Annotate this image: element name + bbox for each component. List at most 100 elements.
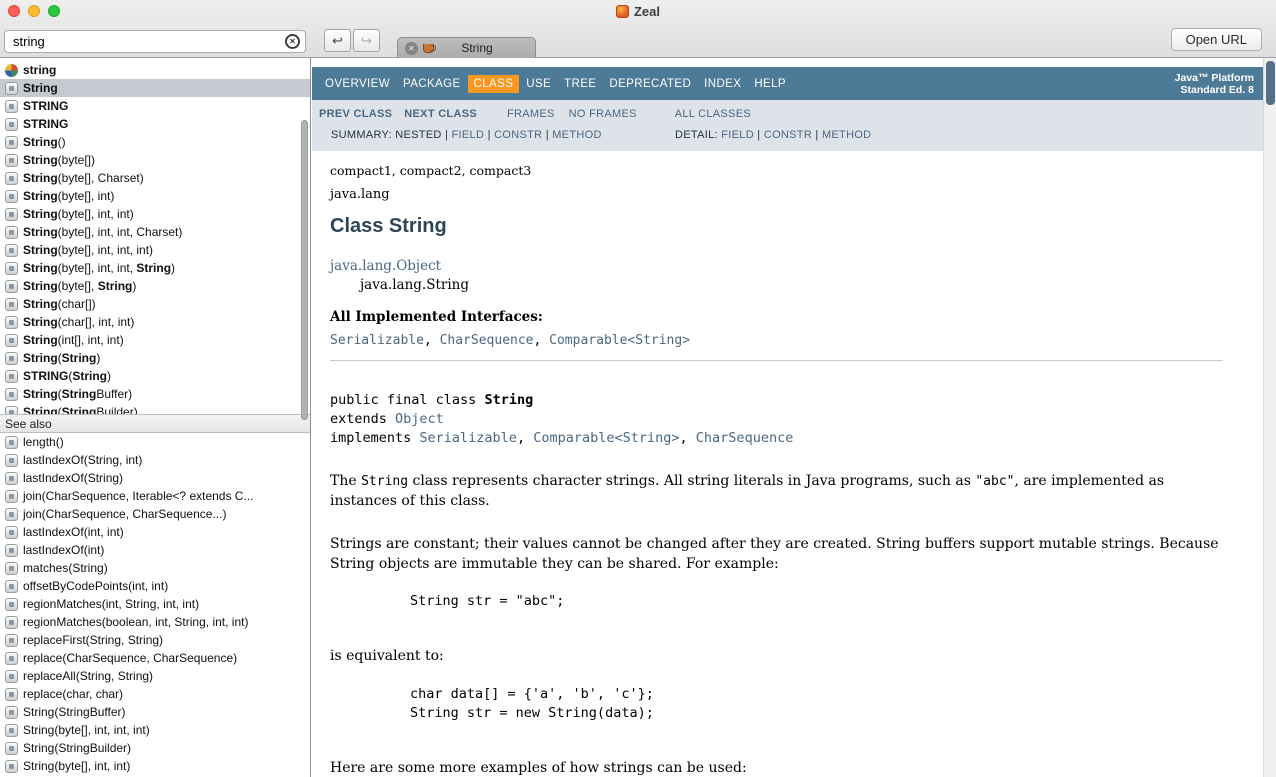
topnav-link[interactable]: INDEX — [698, 75, 747, 93]
sidebar-scrollbar-thumb[interactable] — [301, 120, 308, 420]
search-result-item[interactable]: String(char[]) — [0, 295, 310, 313]
see-also-item[interactable]: length() — [0, 433, 310, 451]
see-also-label-text: String(StringBuffer) — [23, 705, 126, 719]
symbol-icon — [5, 190, 18, 203]
summary-links[interactable]: SUMMARY: NESTED | FIELD | CONSTR | METHO… — [331, 129, 602, 141]
search-result-item[interactable]: string — [0, 61, 310, 79]
search-result-item[interactable]: String — [0, 79, 310, 97]
see-also-label-text: replaceFirst(String, String) — [23, 633, 163, 647]
symbol-icon — [5, 760, 18, 773]
see-also-item[interactable]: join(CharSequence, Iterable<? extends C.… — [0, 487, 310, 505]
see-also-item[interactable]: matches(String) — [0, 559, 310, 577]
search-result-item[interactable]: String(byte[], String) — [0, 277, 310, 295]
symbol-icon — [5, 526, 18, 539]
implemented-interfaces-links[interactable]: Serializable, CharSequence, Comparable<S… — [330, 333, 1223, 348]
topnav-link[interactable]: USE — [520, 75, 557, 93]
tab-string[interactable]: ✕ String — [397, 37, 536, 58]
topnav-link[interactable]: CLASS — [468, 75, 520, 93]
search-result-item[interactable]: String(String) — [0, 349, 310, 367]
see-also-item[interactable]: String(StringBuilder) — [0, 739, 310, 757]
javadoc-page: OVERVIEWPACKAGECLASSUSETREEDEPRECATEDIND… — [312, 58, 1263, 777]
search-result-item[interactable]: String(char[], int, int) — [0, 313, 310, 331]
tab-close-icon[interactable]: ✕ — [405, 42, 418, 55]
clear-search-icon[interactable]: ✕ — [285, 34, 300, 49]
see-also-item[interactable]: lastIndexOf(String) — [0, 469, 310, 487]
symbol-icon — [5, 508, 18, 521]
search-result-item[interactable]: String(byte[], int, int, Charset) — [0, 223, 310, 241]
symbol-icon — [5, 208, 18, 221]
search-result-item[interactable]: STRING — [0, 115, 310, 133]
symbol-icon — [5, 688, 18, 701]
see-also-label-text: replace(char, char) — [23, 687, 123, 701]
topnav-link[interactable]: TREE — [558, 75, 602, 93]
search-result-item[interactable]: String(StringBuilder) — [0, 403, 310, 414]
next-class-link[interactable]: NEXT CLASS — [404, 108, 477, 120]
see-also-item[interactable]: replaceFirst(String, String) — [0, 631, 310, 649]
symbol-icon — [5, 598, 18, 611]
see-also-item[interactable]: replaceAll(String, String) — [0, 667, 310, 685]
search-result-item[interactable]: String(byte[], int, int, String) — [0, 259, 310, 277]
open-url-button[interactable]: Open URL — [1171, 28, 1262, 51]
search-result-item[interactable]: STRING — [0, 97, 310, 115]
symbol-icon — [5, 136, 18, 149]
see-also-item[interactable]: lastIndexOf(String, int) — [0, 451, 310, 469]
sidebar-scrollbar[interactable] — [301, 120, 309, 468]
all-classes-link[interactable]: ALL CLASSES — [675, 108, 751, 120]
see-also-item[interactable]: lastIndexOf(int, int) — [0, 523, 310, 541]
result-label: string — [23, 63, 56, 77]
symbol-icon — [5, 406, 18, 415]
search-result-item[interactable]: String(byte[], int, int, int) — [0, 241, 310, 259]
see-also-item[interactable]: join(CharSequence, CharSequence...) — [0, 505, 310, 523]
inheritance-self: java.lang.String — [330, 277, 1223, 293]
symbol-icon — [5, 436, 18, 449]
topnav-link[interactable]: PACKAGE — [397, 75, 467, 93]
detail-links[interactable]: DETAIL: FIELD | CONSTR | METHOD — [675, 129, 871, 141]
search-result-item[interactable]: String(byte[], int, int) — [0, 205, 310, 223]
search-result-item[interactable]: String(StringBuffer) — [0, 385, 310, 403]
search-result-item[interactable]: String() — [0, 133, 310, 151]
see-also-header: See also — [0, 414, 310, 433]
see-also-item[interactable]: replace(CharSequence, CharSequence) — [0, 649, 310, 667]
sidebar: string String STRING STRING String() Str… — [0, 58, 311, 777]
content-scrollbar-thumb[interactable] — [1266, 61, 1275, 105]
java-lang-object-link[interactable]: java.lang.Object — [330, 258, 441, 274]
search-result-item[interactable]: String(byte[], int) — [0, 187, 310, 205]
see-also-item[interactable]: replace(char, char) — [0, 685, 310, 703]
symbol-icon — [5, 298, 18, 311]
forward-button[interactable]: ↪ — [353, 29, 380, 52]
see-also-label-text: replaceAll(String, String) — [23, 669, 153, 683]
search-input[interactable] — [4, 30, 306, 53]
see-also-label-text: lastIndexOf(int, int) — [23, 525, 124, 539]
see-also-label-text: String(byte[], int, int, int) — [23, 723, 150, 737]
symbol-icon — [5, 244, 18, 257]
topnav-link[interactable]: OVERVIEW — [319, 75, 396, 93]
topnav-link[interactable]: DEPRECATED — [603, 75, 697, 93]
prev-class-link[interactable]: PREV CLASS — [319, 108, 392, 120]
back-button[interactable]: ↩ — [324, 29, 351, 52]
search-result-item[interactable]: String(byte[], Charset) — [0, 169, 310, 187]
implemented-interfaces-label: All Implemented Interfaces: — [330, 309, 1223, 325]
topnav-link[interactable]: HELP — [748, 75, 792, 93]
see-also-label-text: matches(String) — [23, 561, 108, 575]
description-paragraph-1: The String class represents character st… — [330, 472, 1223, 511]
see-also-item[interactable]: regionMatches(boolean, int, String, int,… — [0, 613, 310, 631]
search-result-item[interactable]: STRING(String) — [0, 367, 310, 385]
see-also-item[interactable]: offsetByCodePoints(int, int) — [0, 577, 310, 595]
search-result-item[interactable]: String(byte[]) — [0, 151, 310, 169]
see-also-label-text: lastIndexOf(int) — [23, 543, 104, 557]
frames-link[interactable]: FRAMES — [507, 108, 555, 120]
symbol-icon — [5, 82, 18, 95]
content-scrollbar[interactable] — [1263, 58, 1276, 777]
description-paragraph-2: Strings are constant; their values canno… — [330, 535, 1223, 574]
see-also-item[interactable]: regionMatches(int, String, int, int) — [0, 595, 310, 613]
result-label: String(char[], int, int) — [23, 315, 134, 329]
description-paragraph-3: is equivalent to: — [330, 647, 1223, 667]
see-also-item[interactable]: String(byte[], int, int, int) — [0, 721, 310, 739]
no-frames-link[interactable]: NO FRAMES — [569, 108, 637, 120]
symbol-icon — [5, 172, 18, 185]
search-result-item[interactable]: String(int[], int, int) — [0, 331, 310, 349]
symbol-icon — [5, 580, 18, 593]
see-also-item[interactable]: lastIndexOf(int) — [0, 541, 310, 559]
see-also-item[interactable]: String(byte[], int, int) — [0, 757, 310, 775]
see-also-item[interactable]: String(StringBuffer) — [0, 703, 310, 721]
